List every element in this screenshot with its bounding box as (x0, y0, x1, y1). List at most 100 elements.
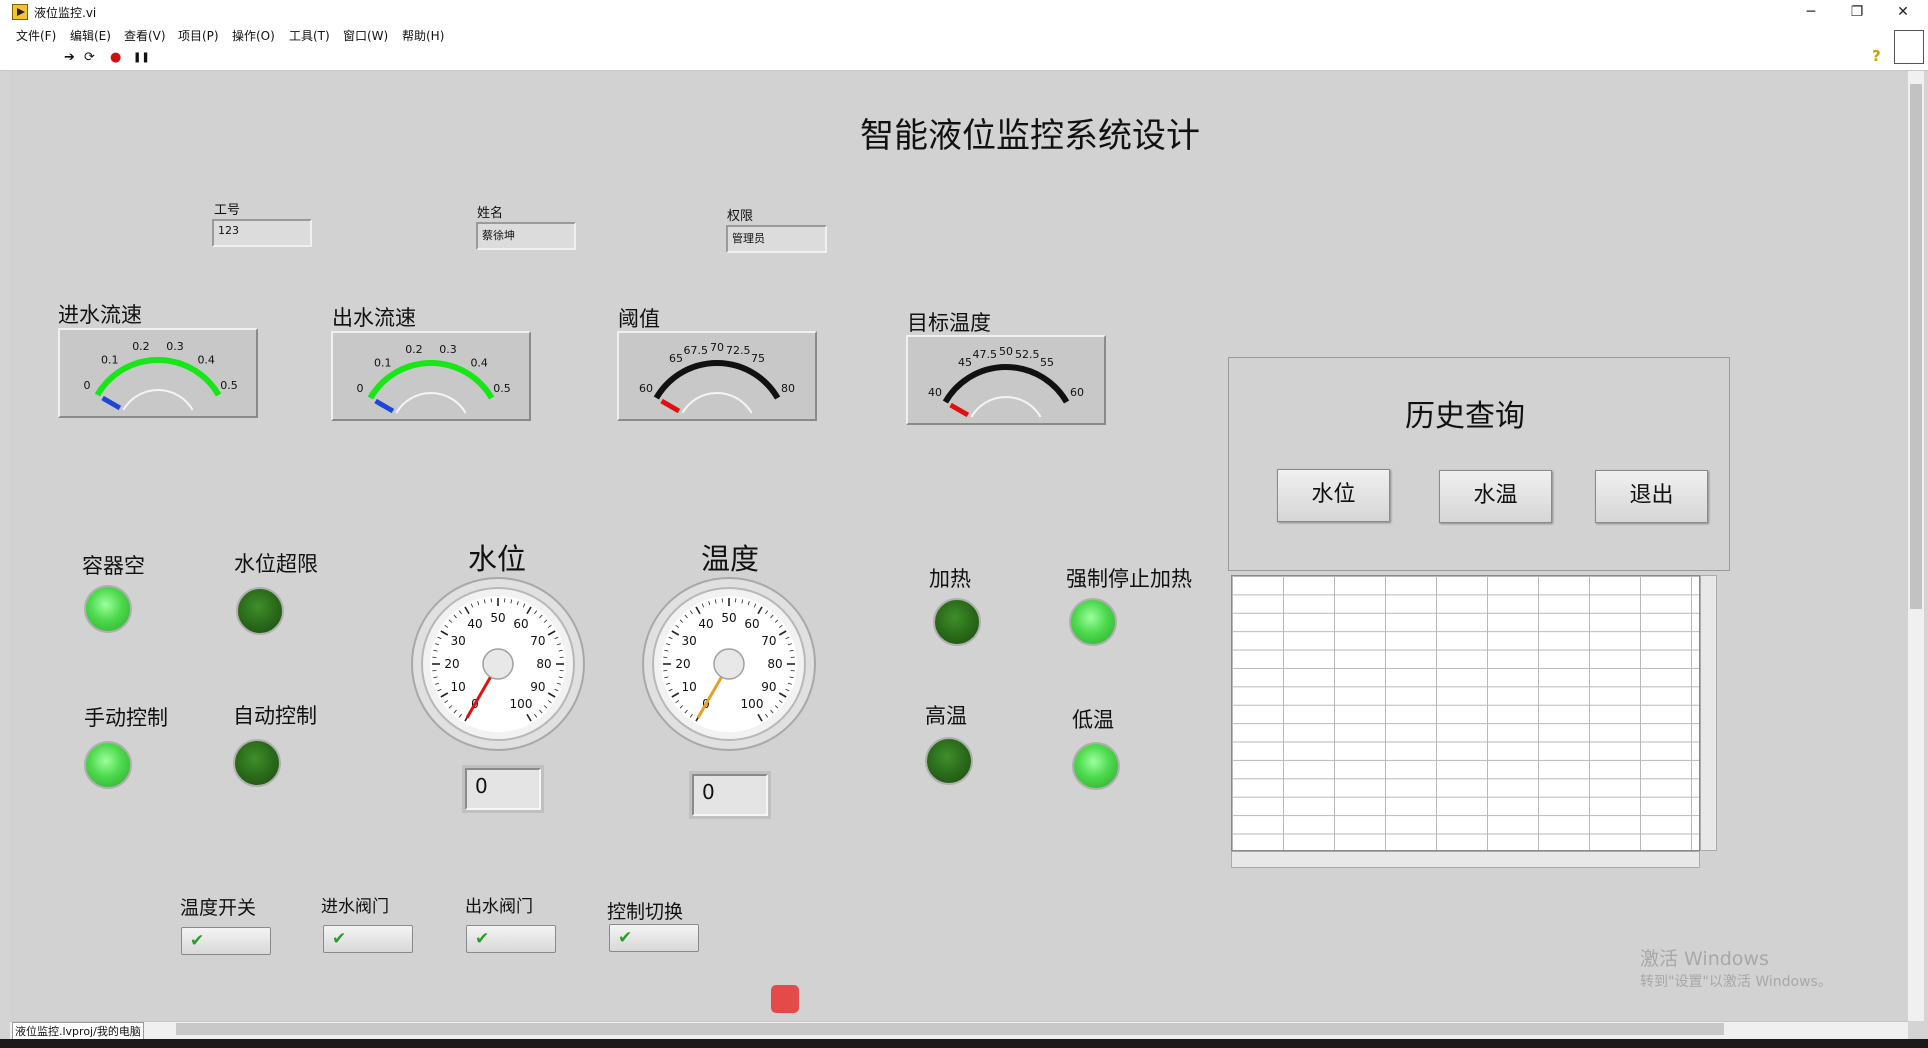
menu-view[interactable]: 查看(V) (124, 27, 166, 44)
manual-control-label: 手动控制 (84, 706, 168, 730)
run-continuously-icon[interactable]: ⟳ (84, 50, 95, 65)
temperature-switch[interactable]: ✔ (181, 927, 271, 955)
outflow-meter-label: 出水流速 (332, 306, 416, 330)
meter-tick-label: 0.1 (374, 357, 392, 370)
employee-id-field[interactable]: 123 (212, 219, 312, 247)
history-table[interactable] (1231, 575, 1700, 851)
close-button[interactable]: ✕ (1880, 0, 1926, 24)
gauge-tick-label: 80 (536, 657, 551, 671)
meter-tick-label: 0.3 (166, 340, 184, 353)
title-bar (0, 0, 1928, 24)
outlet-valve-label: 出水阀门 (465, 897, 533, 917)
minimize-button[interactable]: ─ (1788, 0, 1834, 24)
meter-tick-label: 0.3 (439, 343, 457, 356)
search-icon[interactable] (771, 985, 799, 1013)
meter-tick-label: 0.2 (405, 343, 423, 356)
meter-needle (949, 402, 970, 418)
gauge-tick-label: 40 (467, 617, 482, 631)
meter-tick-label: 47.5 (973, 348, 998, 361)
menu-project[interactable]: 项目(P) (178, 27, 219, 44)
gauge-tick-label: 100 (510, 697, 533, 711)
meter-tick-label: 80 (781, 382, 795, 395)
outlet-valve-switch[interactable]: ✔ (466, 925, 556, 953)
activation-watermark-hint: 转到"设置"以激活 Windows。 (1640, 974, 1832, 990)
meter-tick-label: 50 (999, 345, 1013, 358)
gauge-tick-label: 10 (451, 680, 466, 694)
temperature-gauge-label: 温度 (701, 542, 760, 576)
menu-edit[interactable]: 编辑(E) (70, 27, 111, 44)
outflow-meter[interactable]: 0 0.1 0.2 0.3 0.4 0.5 (331, 331, 531, 421)
name-field[interactable]: 蔡徐坤 (476, 222, 576, 250)
meter-tick-label: 0 (356, 382, 363, 395)
gauge-tick-label: 40 (698, 617, 713, 631)
gauge-tick-label: 30 (682, 634, 697, 648)
check-icon: ✔ (475, 929, 490, 949)
auto-control-label: 自动控制 (233, 704, 317, 728)
level-over-limit-label: 水位超限 (234, 552, 318, 576)
meter-inner-arc (970, 396, 1042, 418)
menu-file[interactable]: 文件(F) (16, 27, 56, 44)
meter-tick-label: 55 (1040, 356, 1054, 369)
context-help-icon[interactable]: ? (1872, 47, 1881, 65)
menu-tools[interactable]: 工具(T) (289, 27, 330, 44)
exit-button[interactable]: 退出 (1595, 470, 1708, 523)
gauge-tick-label: 60 (513, 617, 528, 631)
meter-inner-arc (395, 392, 467, 414)
pause-icon[interactable]: ❚❚ (133, 52, 150, 63)
page-title: 智能液位监控系统设计 (860, 116, 1200, 156)
check-icon: ✔ (332, 929, 347, 949)
gauge-tick-label: 50 (721, 611, 736, 625)
control-mode-switch[interactable]: ✔ (609, 924, 699, 952)
table-horizontal-scrollbar[interactable] (1231, 851, 1700, 868)
threshold-meter[interactable]: 60 65 67.5 70 72.5 75 80 (617, 331, 817, 421)
gauge-tick-label: 90 (530, 680, 545, 694)
auto-control-led (233, 739, 281, 787)
run-arrow-icon[interactable]: ➔ (64, 50, 75, 65)
target-temperature-meter[interactable]: 40 45 47.5 50 52.5 55 60 (906, 335, 1106, 425)
container-empty-led (84, 585, 132, 633)
panel-horizontal-scrollbar[interactable] (176, 1023, 1724, 1035)
panel-scroll-thumb[interactable] (1910, 84, 1922, 609)
meter-tick-label: 70 (710, 341, 724, 354)
history-title: 历史查询 (1405, 399, 1525, 434)
employee-id-label: 工号 (214, 203, 241, 218)
temperature-switch-label: 温度开关 (180, 897, 257, 919)
inflow-meter-label: 进水流速 (58, 303, 142, 327)
meter-inner-arc (122, 389, 194, 411)
container-empty-label: 容器空 (82, 554, 145, 578)
high-temperature-led (925, 737, 973, 785)
history-panel (1228, 357, 1730, 571)
meter-tick-label: 67.5 (684, 344, 709, 357)
meter-needle (374, 398, 395, 414)
inflow-meter[interactable]: 0 0.1 0.2 0.3 0.4 0.5 (58, 328, 258, 418)
inlet-valve-switch[interactable]: ✔ (323, 925, 413, 953)
restore-button[interactable]: ❐ (1834, 0, 1880, 24)
water-level-gauge-label: 水位 (468, 542, 527, 576)
abort-icon[interactable]: ● (110, 50, 121, 65)
meter-tick-label: 0.5 (493, 382, 511, 395)
menu-operate[interactable]: 操作(O) (232, 27, 275, 44)
menu-help[interactable]: 帮助(H) (402, 27, 444, 44)
gauge-tick-label: 60 (744, 617, 759, 631)
water-level-history-button[interactable]: 水位 (1277, 469, 1390, 522)
table-vertical-scrollbar[interactable] (1700, 575, 1717, 851)
gauge-tick-label: 20 (675, 657, 690, 671)
gauge-tick-label: 100 (741, 697, 764, 711)
low-temperature-led (1072, 742, 1120, 790)
control-mode-label: 控制切换 (607, 901, 684, 923)
force-stop-heating-led (1069, 598, 1117, 646)
meter-inner-arc (681, 392, 753, 414)
water-level-readout: 0 (465, 768, 541, 810)
activation-watermark-title: 激活 Windows (1640, 948, 1769, 970)
manual-control-led (84, 741, 132, 789)
menu-window[interactable]: 窗口(W) (343, 27, 388, 44)
meter-tick-label: 52.5 (1015, 348, 1040, 361)
water-temperature-history-button[interactable]: 水温 (1439, 470, 1552, 523)
gauge-tick-label: 30 (451, 634, 466, 648)
check-icon: ✔ (618, 928, 633, 948)
permission-field[interactable]: 管理员 (726, 225, 827, 253)
meter-tick-label: 40 (928, 386, 942, 399)
meter-tick-label: 60 (639, 382, 653, 395)
meter-tick-label: 0.4 (197, 354, 215, 367)
taskbar (0, 1039, 1928, 1048)
